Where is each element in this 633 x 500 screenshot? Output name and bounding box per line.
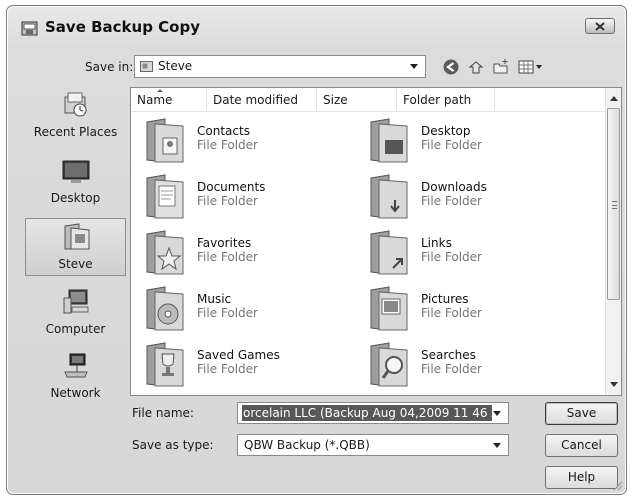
place-computer[interactable]: Computer bbox=[25, 284, 126, 342]
list-item-contacts[interactable]: Contacts File Folder bbox=[135, 114, 345, 166]
place-label: Network bbox=[50, 386, 101, 400]
chevron-down-icon bbox=[410, 64, 418, 69]
file-name-value: orcelain LLC (Backup Aug 04,2009 11 46 A… bbox=[242, 405, 492, 421]
list-item-saved-games[interactable]: Saved Games File Folder bbox=[135, 338, 345, 390]
place-label: Computer bbox=[45, 322, 106, 336]
list-item-searches[interactable]: Searches File Folder bbox=[359, 338, 569, 390]
chevron-down-icon bbox=[493, 443, 501, 448]
new-folder-icon bbox=[493, 59, 508, 74]
cancel-button[interactable]: Cancel bbox=[545, 434, 618, 457]
close-icon bbox=[595, 21, 605, 31]
list-item-music[interactable]: Music File Folder bbox=[135, 282, 345, 334]
place-desktop[interactable]: Desktop bbox=[25, 153, 126, 211]
list-item-favorites[interactable]: Favorites File Folder bbox=[135, 226, 345, 278]
back-button[interactable] bbox=[440, 56, 462, 78]
user-folder-icon bbox=[64, 223, 90, 250]
save-backup-dialog: Save Backup Copy Save in: Steve Recent P… bbox=[6, 5, 627, 495]
folder-icon bbox=[140, 61, 153, 72]
desktop-folder-icon bbox=[370, 118, 408, 163]
save-in-label: Save in: bbox=[85, 60, 134, 74]
up-folder-button[interactable] bbox=[465, 56, 487, 78]
documents-folder-icon bbox=[146, 174, 184, 219]
back-icon bbox=[443, 59, 459, 75]
app-icon bbox=[21, 21, 38, 36]
desktop-icon bbox=[62, 160, 90, 183]
save-in-dropdown[interactable]: Steve bbox=[134, 55, 426, 78]
place-label: Recent Places bbox=[33, 125, 118, 139]
help-button[interactable]: Help bbox=[545, 466, 618, 489]
save-as-type-dropdown[interactable]: QBW Backup (*.QBB) bbox=[237, 434, 509, 456]
places-bar: Recent Places Desktop Steve Computer Net… bbox=[25, 87, 126, 413]
column-date-modified[interactable]: Date modified bbox=[207, 88, 317, 112]
pictures-folder-icon bbox=[370, 286, 408, 331]
links-folder-icon bbox=[370, 230, 408, 275]
up-folder-icon bbox=[468, 61, 484, 74]
resize-grip-icon[interactable] bbox=[613, 481, 623, 491]
vertical-scrollbar[interactable] bbox=[605, 88, 621, 395]
recent-places-icon bbox=[64, 92, 87, 117]
favorites-folder-icon bbox=[146, 230, 184, 275]
file-name-field[interactable]: orcelain LLC (Backup Aug 04,2009 11 46 A… bbox=[237, 402, 509, 424]
saved-games-folder-icon bbox=[146, 342, 184, 387]
scroll-down-icon[interactable] bbox=[610, 382, 618, 387]
music-folder-icon bbox=[146, 286, 184, 331]
scroll-thumb[interactable] bbox=[607, 108, 620, 300]
downloads-folder-icon bbox=[370, 174, 408, 219]
place-recent-places[interactable]: Recent Places bbox=[25, 87, 126, 145]
new-folder-button[interactable] bbox=[490, 56, 512, 78]
searches-folder-icon bbox=[370, 342, 408, 387]
save-as-type-label: Save as type: bbox=[132, 438, 214, 452]
views-icon bbox=[518, 60, 542, 74]
list-item-desktop[interactable]: Desktop File Folder bbox=[359, 114, 569, 166]
file-list[interactable]: Name Date modified Size Folder path Cont… bbox=[130, 87, 622, 396]
save-as-type-value: QBW Backup (*.QBB) bbox=[244, 438, 370, 452]
column-header: Name Date modified Size Folder path bbox=[131, 88, 606, 112]
save-button[interactable]: Save bbox=[545, 402, 618, 425]
sort-arrow-icon bbox=[157, 89, 163, 92]
close-button[interactable] bbox=[585, 18, 615, 34]
network-icon bbox=[64, 353, 88, 378]
contacts-folder-icon bbox=[146, 118, 184, 163]
list-item-downloads[interactable]: Downloads File Folder bbox=[359, 170, 569, 222]
place-label: Steve bbox=[58, 257, 93, 271]
list-item-pictures[interactable]: Pictures File Folder bbox=[359, 282, 569, 334]
save-in-value: Steve bbox=[158, 59, 193, 73]
title-bar[interactable]: Save Backup Copy bbox=[7, 6, 626, 44]
place-network[interactable]: Network bbox=[25, 348, 126, 406]
column-name[interactable]: Name bbox=[131, 88, 207, 112]
computer-icon bbox=[63, 289, 89, 314]
place-label: Desktop bbox=[50, 191, 101, 205]
list-item-links[interactable]: Links File Folder bbox=[359, 226, 569, 278]
column-folder-path[interactable]: Folder path bbox=[397, 88, 495, 112]
dialog-title: Save Backup Copy bbox=[45, 18, 200, 36]
place-steve[interactable]: Steve bbox=[25, 218, 126, 276]
list-item-documents[interactable]: Documents File Folder bbox=[135, 170, 345, 222]
file-name-label: File name: bbox=[132, 406, 194, 420]
chevron-down-icon[interactable] bbox=[493, 411, 501, 416]
views-button[interactable] bbox=[516, 56, 546, 78]
scroll-up-icon[interactable] bbox=[610, 96, 618, 101]
column-size[interactable]: Size bbox=[317, 88, 397, 112]
